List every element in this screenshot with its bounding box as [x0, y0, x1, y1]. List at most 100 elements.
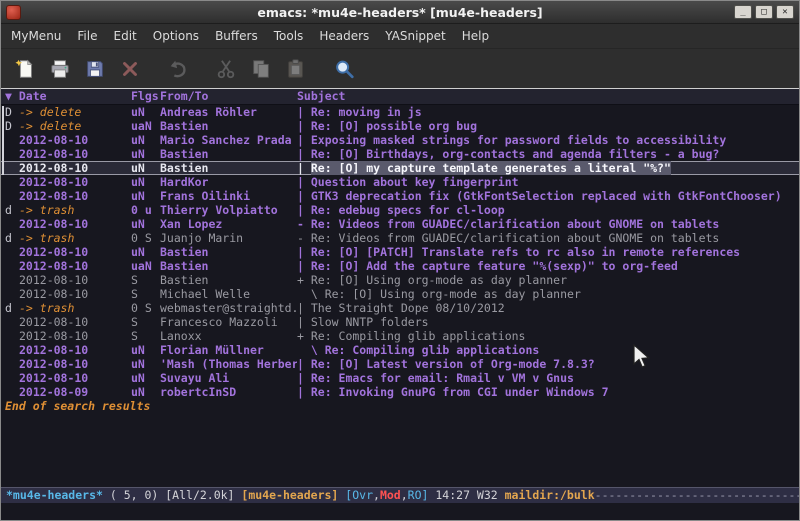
search-button[interactable]: [330, 55, 358, 83]
message-row[interactable]: 2012-08-10SLanoxx+ Re: Compiling glib ap…: [1, 329, 799, 343]
message-row[interactable]: 2012-08-10uNBastien| Re: [O] [PATCH] Tra…: [1, 245, 799, 259]
message-row[interactable]: d-> trash0 Swebmaster@straightd...| The …: [1, 301, 799, 315]
message-row[interactable]: 2012-08-10SMichael Welle \ Re: [O] Using…: [1, 287, 799, 301]
flags-cell: S: [131, 287, 160, 301]
menu-yasnippet[interactable]: YASnippet: [377, 26, 454, 46]
message-row[interactable]: 2012-08-10SFrancesco Mazzoli| Slow NNTP …: [1, 315, 799, 329]
undo-button[interactable]: [164, 55, 192, 83]
column-subject[interactable]: Subject: [297, 89, 799, 104]
close-buffer-button[interactable]: [116, 55, 144, 83]
message-row[interactable]: 2012-08-10SBastien+ Re: [O] Using org-mo…: [1, 273, 799, 287]
flags-cell: uaN: [131, 259, 160, 273]
menu-headers[interactable]: Headers: [311, 26, 377, 46]
message-row[interactable]: 2012-08-10uNSuvayu Ali| Re: Emacs for em…: [1, 371, 799, 385]
message-row[interactable]: 2012-08-10uNXan Lopez- Re: Videos from G…: [1, 217, 799, 231]
message-row[interactable]: D-> deleteuaNBastien| Re: [O] possible o…: [1, 119, 799, 133]
message-row[interactable]: d-> trash0 uThierry Volpiatto| Re: edebu…: [1, 203, 799, 217]
modeline-segment: ( 5, 0): [110, 488, 165, 502]
message-row[interactable]: 2012-08-10uNMario Sanchez Prada| Exposin…: [1, 133, 799, 147]
window-controls: _□✕: [734, 5, 794, 19]
flags-cell: uN: [131, 385, 160, 399]
mark-cell: [5, 217, 19, 231]
message-row[interactable]: 2012-08-10uNBastien| Re: [O] Birthdays, …: [1, 147, 799, 161]
from-cell: Thierry Volpiatto: [160, 203, 297, 217]
from-cell: Florian Müllner: [160, 343, 297, 357]
menu-file[interactable]: File: [69, 26, 105, 46]
icon-undo: [167, 58, 189, 80]
message-row[interactable]: 2012-08-10uaNBastien| Re: [O] Add the ca…: [1, 259, 799, 273]
flags-cell: 0 S: [131, 301, 160, 315]
column-date[interactable]: ▼ Date: [5, 89, 131, 104]
print-button[interactable]: [46, 55, 74, 83]
column-from[interactable]: From/To: [160, 89, 297, 104]
flags-cell: uN: [131, 245, 160, 259]
modeline-segment: *mu4e-headers*: [6, 488, 110, 502]
flags-cell: uN: [131, 189, 160, 203]
maximize-button[interactable]: □: [755, 5, 773, 19]
message-row[interactable]: 2012-08-10uN'Mash (Thomas Herbert)| Re: …: [1, 357, 799, 371]
subject-cell: + Re: Compiling glib applications: [297, 329, 799, 343]
flags-cell: uN: [131, 175, 160, 189]
from-cell: Bastien: [160, 161, 297, 175]
date-cell: 2012-08-10: [19, 161, 131, 175]
mark-cell: [5, 133, 19, 147]
emacs-icon: [6, 5, 21, 20]
icon-save: [84, 58, 106, 80]
mark-cell: [5, 287, 19, 301]
paste-button[interactable]: [282, 55, 310, 83]
message-row[interactable]: 2012-08-10uNFlorian Müllner \ Re: Compil…: [1, 343, 799, 357]
subject-cell: | Re: [O] my capture template generates …: [297, 161, 799, 175]
message-row[interactable]: 2012-08-10uNHardKor| Question about key …: [1, 175, 799, 189]
subject-cell: | Re: Emacs for email: Rmail v VM v Gnus: [297, 371, 799, 385]
new-file-button[interactable]: [11, 55, 39, 83]
message-row[interactable]: 2012-08-09uNrobertcInSD| Re: Invoking Gn…: [1, 385, 799, 399]
mark-cell: [5, 147, 19, 161]
column-header-row: ▼ Date Flgs From/To Subject: [1, 89, 799, 105]
from-cell: webmaster@straightd...: [160, 301, 297, 315]
mark-cell: [5, 175, 19, 189]
flags-cell: 0 S: [131, 231, 160, 245]
date-cell: 2012-08-10: [19, 357, 131, 371]
copy-button[interactable]: [247, 55, 275, 83]
message-row[interactable]: 2012-08-10uNFrans Oilinki| GTK3 deprecat…: [1, 189, 799, 203]
cut-button[interactable]: [212, 55, 240, 83]
mark-cell: d: [5, 203, 19, 217]
subject-cell: | Re: Invoking GnuPG from CGI under Wind…: [297, 385, 799, 399]
mark-cell: [5, 343, 19, 357]
close-button[interactable]: ✕: [776, 5, 794, 19]
scrollbar-thumb[interactable]: [2, 106, 4, 175]
from-cell: Frans Oilinki: [160, 189, 297, 203]
toolbar: [1, 49, 799, 89]
titlebar[interactable]: emacs: *mu4e-headers* [mu4e-headers] _□✕: [1, 1, 799, 24]
modeline-segment: W32: [477, 488, 505, 502]
mark-cell: [5, 329, 19, 343]
message-row[interactable]: D-> deleteuNAndreas Röhler| Re: moving i…: [1, 105, 799, 119]
menu-mymenu[interactable]: MyMenu: [3, 26, 69, 46]
mouse-cursor: [632, 344, 652, 370]
modeline-segment: [All/2.0k]: [165, 488, 241, 502]
icon-print: [49, 58, 71, 80]
subject-cell: - Re: Videos from GUADEC/clarification a…: [297, 231, 799, 245]
minimize-button[interactable]: _: [734, 5, 752, 19]
menu-tools[interactable]: Tools: [266, 26, 312, 46]
modeline-segment: --------------------------------: [595, 488, 799, 502]
subject-cell: | The Straight Dope 08/10/2012: [297, 301, 799, 315]
subject-cell: | Slow NNTP folders: [297, 315, 799, 329]
menu-help[interactable]: Help: [454, 26, 497, 46]
modeline-segment: [mu4e-headers]: [241, 488, 345, 502]
modeline-segment: maildir:/bulk: [505, 488, 595, 502]
save-button[interactable]: [81, 55, 109, 83]
menu-buffers[interactable]: Buffers: [207, 26, 266, 46]
icon-new: [14, 58, 36, 80]
message-row[interactable]: d-> trash0 SJuanjo Marin- Re: Videos fro…: [1, 231, 799, 245]
column-flags[interactable]: Flgs: [131, 89, 160, 104]
menu-edit[interactable]: Edit: [106, 26, 145, 46]
subject-cell: | Re: edebug specs for cl-loop: [297, 203, 799, 217]
modeline-segment: Ovr: [352, 488, 373, 502]
menu-options[interactable]: Options: [145, 26, 207, 46]
subject-cell: | Re: [O] possible org bug: [297, 119, 799, 133]
message-row[interactable]: 2012-08-10uNBastien| Re: [O] my capture …: [1, 161, 799, 175]
end-of-results: End of search results: [1, 399, 799, 413]
mark-cell: [5, 315, 19, 329]
date-cell: 2012-08-10: [19, 273, 131, 287]
